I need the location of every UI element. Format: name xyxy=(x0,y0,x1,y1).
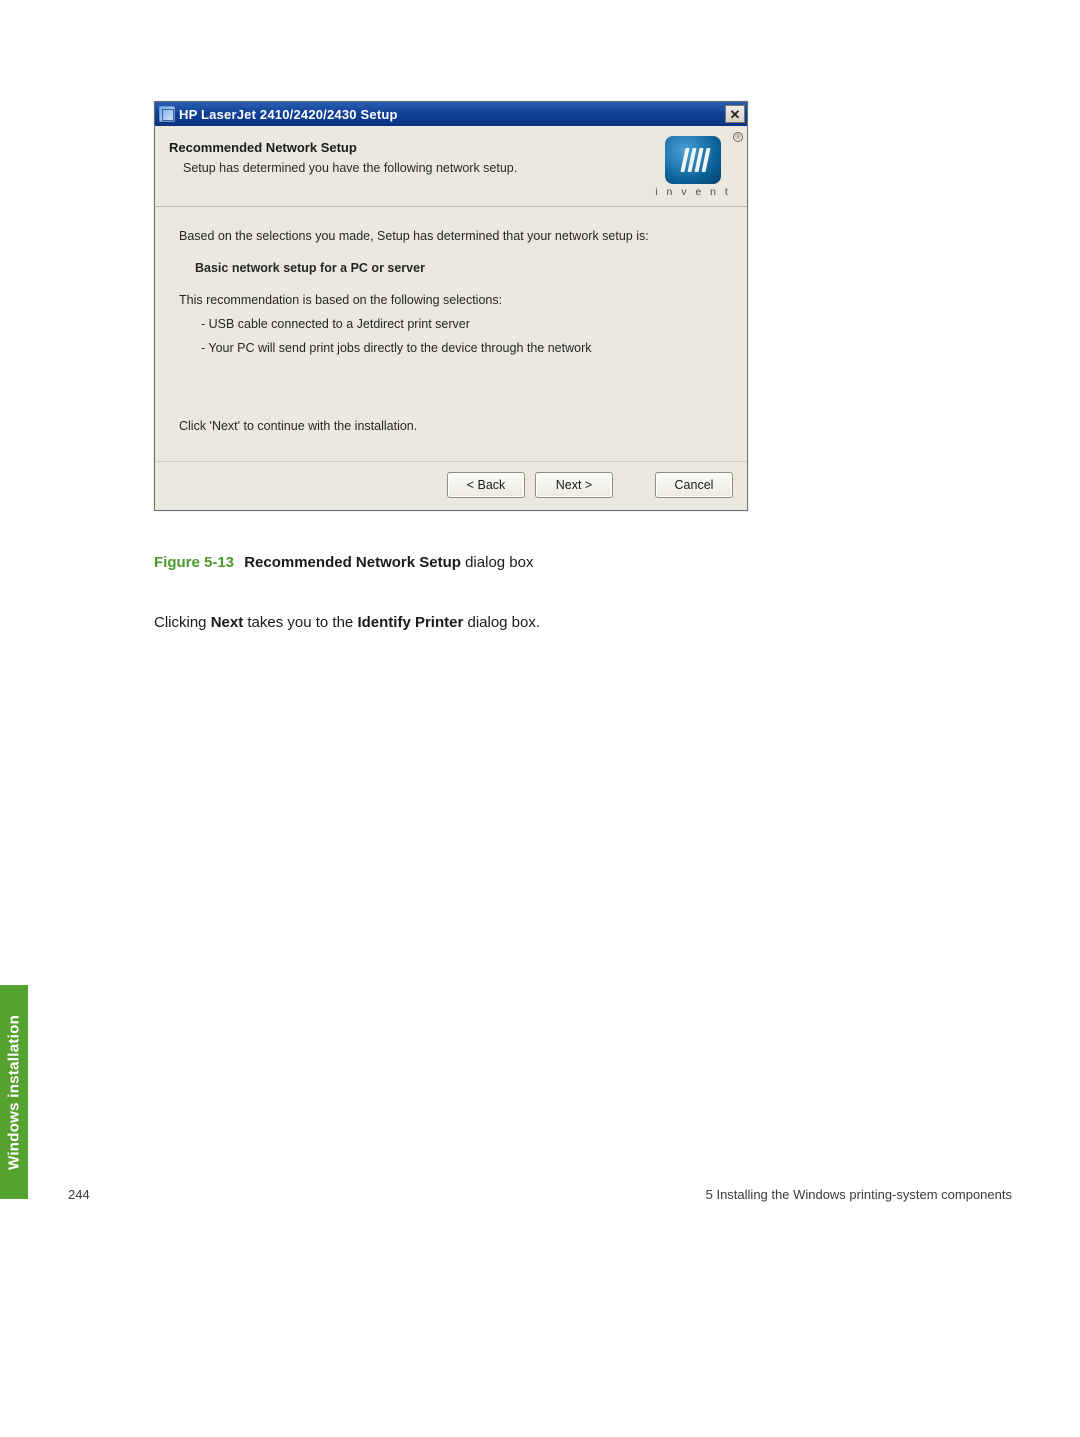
body-paragraph: Clicking Next takes you to the Identify … xyxy=(154,614,540,631)
setup-dialog: HP LaserJet 2410/2420/2430 Setup ✕ Recom… xyxy=(154,101,748,511)
dialog-header: Recommended Network Setup Setup has dete… xyxy=(155,126,747,207)
figure-label: Figure 5-13 xyxy=(154,554,234,571)
hp-logo-wrap: ® i n v e n t xyxy=(653,136,733,198)
side-tab: Windows installation xyxy=(0,985,28,1199)
para-text: Clicking xyxy=(154,614,211,631)
para-bold-identify: Identify Printer xyxy=(357,614,463,631)
para-text: takes you to the xyxy=(243,614,357,631)
para-text: dialog box. xyxy=(463,614,540,631)
page-footer: 244 5 Installing the Windows printing-sy… xyxy=(68,1187,1012,1202)
dialog-button-row: < Back Next > Cancel xyxy=(155,461,747,510)
recommendation-intro: This recommendation is based on the foll… xyxy=(179,293,723,307)
title-bar: HP LaserJet 2410/2420/2430 Setup ✕ xyxy=(155,102,747,126)
cancel-button[interactable]: Cancel xyxy=(655,472,733,498)
selection-item: - USB cable connected to a Jetdirect pri… xyxy=(201,317,723,331)
figure-bold: Recommended Network Setup xyxy=(244,554,461,571)
click-next-note: Click 'Next' to continue with the instal… xyxy=(179,419,723,433)
hp-invent-label: i n v e n t xyxy=(655,186,731,198)
app-icon xyxy=(159,106,175,122)
figure-tail: dialog box xyxy=(461,554,534,571)
dialog-header-subtitle: Setup has determined you have the follow… xyxy=(169,161,653,175)
basic-setup-line: Basic network setup for a PC or server xyxy=(179,261,723,275)
back-button[interactable]: < Back xyxy=(447,472,525,498)
selection-list: - USB cable connected to a Jetdirect pri… xyxy=(179,317,723,355)
registered-mark: ® xyxy=(733,132,743,142)
intro-text: Based on the selections you made, Setup … xyxy=(179,229,723,243)
window-title: HP LaserJet 2410/2420/2430 Setup xyxy=(179,107,725,122)
close-button[interactable]: ✕ xyxy=(725,105,745,123)
page-number: 244 xyxy=(68,1187,90,1202)
para-bold-next: Next xyxy=(211,614,244,631)
hp-logo-icon xyxy=(665,136,721,184)
selection-item: - Your PC will send print jobs directly … xyxy=(201,341,723,355)
dialog-header-title: Recommended Network Setup xyxy=(169,140,653,155)
figure-caption: Figure 5-13 Recommended Network Setup di… xyxy=(154,554,533,571)
chapter-title: 5 Installing the Windows printing-system… xyxy=(706,1187,1012,1202)
next-button[interactable]: Next > xyxy=(535,472,613,498)
dialog-body: Based on the selections you made, Setup … xyxy=(155,207,747,461)
